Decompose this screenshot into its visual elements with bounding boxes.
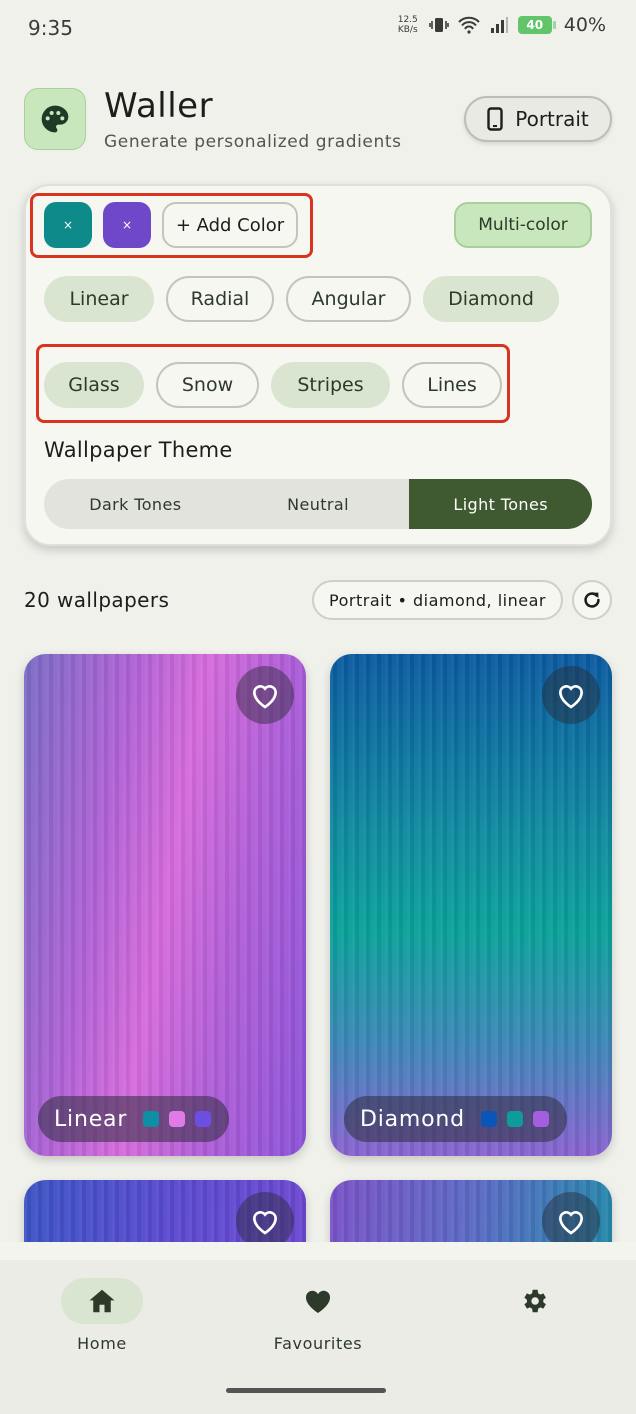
signal-icon bbox=[488, 15, 510, 35]
gradient-chip-diamond[interactable]: Diamond bbox=[423, 276, 559, 322]
nav-pill bbox=[493, 1278, 575, 1324]
bottom-navigation-edge bbox=[0, 1242, 636, 1260]
heart-outline-icon bbox=[252, 1211, 278, 1235]
phone-portrait-icon bbox=[487, 107, 503, 131]
battery-icon: 40 bbox=[517, 16, 556, 34]
nav-pill bbox=[277, 1278, 359, 1324]
wallpaper-count: 20 wallpapers bbox=[24, 588, 170, 612]
nav-item-home[interactable]: Home bbox=[32, 1278, 172, 1353]
wallpaper-type: Linear bbox=[54, 1106, 128, 1132]
wifi-icon bbox=[458, 15, 480, 35]
theme-section-title: Wallpaper Theme bbox=[44, 438, 233, 462]
status-icons: 12.5 KB/s 40 40% bbox=[396, 14, 606, 36]
color-dot bbox=[195, 1111, 212, 1127]
wallpaper-card[interactable]: Diamond bbox=[330, 654, 612, 1156]
heart-outline-icon bbox=[252, 685, 278, 709]
heart-outline-icon bbox=[558, 685, 584, 709]
nav-pill bbox=[61, 1278, 143, 1324]
wallpaper-card[interactable]: Linear bbox=[24, 654, 306, 1156]
color-dot bbox=[480, 1111, 497, 1127]
heart-icon bbox=[305, 1290, 331, 1313]
color-dot bbox=[169, 1111, 186, 1127]
color-dot bbox=[532, 1111, 549, 1127]
orientation-label: Portrait bbox=[515, 107, 589, 131]
status-time: 9:35 bbox=[28, 16, 73, 40]
wallpaper-label: Diamond bbox=[344, 1096, 567, 1142]
theme-option-neutral[interactable]: Neutral bbox=[227, 479, 410, 529]
theme-selector: Dark Tones Neutral Light Tones bbox=[44, 479, 592, 529]
app-logo bbox=[24, 88, 86, 150]
highlight-effects bbox=[36, 344, 510, 423]
filter-summary[interactable]: Portrait • diamond, linear bbox=[312, 580, 563, 620]
highlight-colors bbox=[30, 193, 313, 258]
net-speed: 12.5 KB/s bbox=[397, 15, 418, 35]
gear-icon bbox=[524, 1289, 546, 1313]
favourite-button[interactable] bbox=[542, 666, 600, 724]
app-title: Waller bbox=[104, 86, 214, 126]
heart-outline-icon bbox=[558, 1211, 584, 1235]
theme-option-dark[interactable]: Dark Tones bbox=[44, 479, 227, 529]
gesture-handle bbox=[226, 1388, 386, 1393]
color-dot bbox=[506, 1111, 523, 1127]
nav-label-home: Home bbox=[77, 1334, 127, 1353]
wallpaper-label: Linear bbox=[38, 1096, 230, 1142]
status-bar: 9:35 12.5 KB/s 40 40% bbox=[0, 0, 636, 56]
nav-item-favourites[interactable]: Favourites bbox=[248, 1278, 388, 1353]
nav-item-settings[interactable] bbox=[464, 1278, 604, 1334]
home-icon bbox=[89, 1289, 115, 1313]
wallpaper-type: Diamond bbox=[360, 1106, 465, 1132]
palette-icon bbox=[41, 105, 69, 133]
theme-option-light[interactable]: Light Tones bbox=[409, 479, 592, 529]
nav-label-favourites: Favourites bbox=[273, 1334, 363, 1353]
color-dot bbox=[143, 1111, 160, 1127]
gradient-chip-angular[interactable]: Angular bbox=[286, 276, 411, 322]
app-subtitle: Generate personalized gradients bbox=[104, 132, 402, 152]
battery-percent: 40% bbox=[563, 14, 606, 36]
refresh-icon bbox=[584, 592, 600, 608]
gradient-chip-linear[interactable]: Linear bbox=[44, 276, 154, 322]
refresh-button[interactable] bbox=[572, 580, 612, 620]
orientation-button[interactable]: Portrait bbox=[464, 96, 612, 142]
favourite-button[interactable] bbox=[236, 666, 294, 724]
multi-color-toggle[interactable]: Multi-color bbox=[454, 202, 592, 248]
vibrate-icon bbox=[428, 15, 450, 35]
gradient-chip-radial[interactable]: Radial bbox=[166, 276, 274, 322]
